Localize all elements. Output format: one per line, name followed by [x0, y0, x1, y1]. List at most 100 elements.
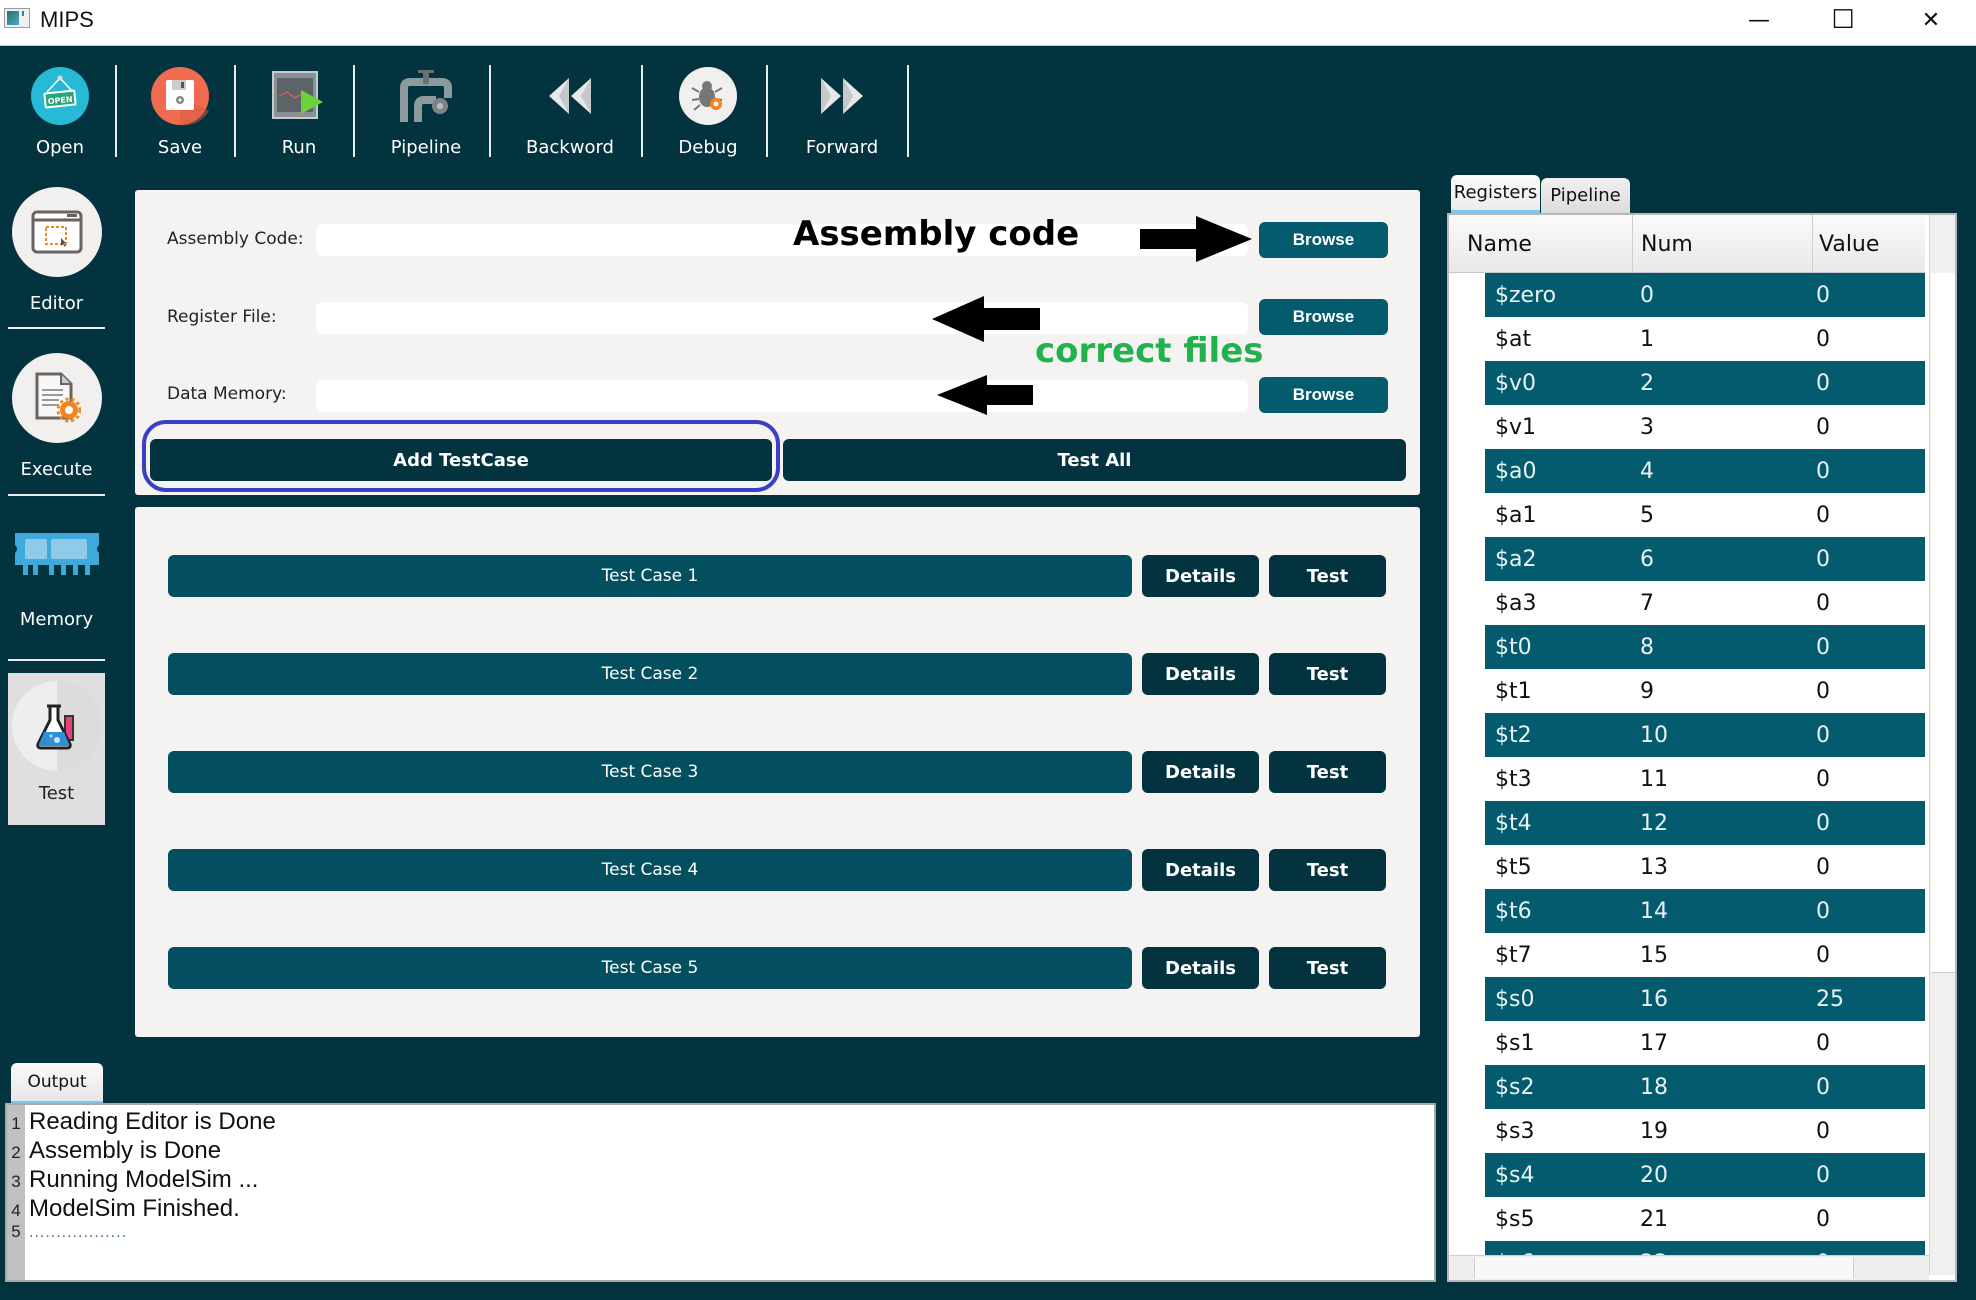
register-name-cell: $v1	[1495, 414, 1537, 440]
table-header: Name Num Value	[1449, 215, 1925, 273]
table-row[interactable]: $t0 8 0	[1485, 625, 1925, 669]
table-row[interactable]: $v1 3 0	[1485, 405, 1925, 449]
table-row[interactable]: $s5 21 0	[1485, 1197, 1925, 1241]
register-value-cell: 0	[1816, 502, 1830, 528]
tab-pipeline[interactable]: Pipeline	[1541, 178, 1630, 213]
register-num-cell: 18	[1640, 1074, 1668, 1100]
register-value-cell: 0	[1816, 634, 1830, 660]
window-title: MIPS	[40, 7, 94, 32]
sidebar-separator	[8, 327, 105, 329]
table-row[interactable]: $s4 20 0	[1485, 1153, 1925, 1197]
register-name-cell: $t6	[1495, 898, 1532, 924]
details-button[interactable]: Details	[1142, 849, 1259, 891]
register-name-cell: $a2	[1495, 546, 1537, 572]
register-file-input[interactable]	[316, 302, 1248, 334]
tab-output[interactable]: Output	[11, 1063, 103, 1104]
table-row[interactable]: $t2 10 0	[1485, 713, 1925, 757]
register-num-cell: 13	[1640, 854, 1668, 880]
minimize-button[interactable]: —	[1717, 0, 1801, 40]
register-browse-button[interactable]: Browse	[1259, 299, 1388, 335]
output-console[interactable]: 1 Reading Editor is Done 2 Assembly is Don…	[5, 1103, 1436, 1282]
sidebar-separator	[8, 659, 105, 661]
testcase-name-button[interactable]: Test Case 5	[168, 947, 1132, 989]
table-row[interactable]: $a0 4 0	[1485, 449, 1925, 493]
table-row[interactable]: $s3 19 0	[1485, 1109, 1925, 1153]
close-button[interactable]: ✕	[1889, 0, 1973, 40]
register-name-cell: $s3	[1495, 1118, 1535, 1144]
pipeline-button[interactable]: Pipeline	[391, 65, 461, 165]
register-num-cell: 16	[1640, 986, 1668, 1012]
details-button[interactable]: Details	[1142, 947, 1259, 989]
tab-registers[interactable]: Registers	[1451, 175, 1540, 213]
backword-label: Backword	[526, 137, 614, 158]
details-button[interactable]: Details	[1142, 555, 1259, 597]
correct-files-annotation: correct files	[1035, 331, 1264, 371]
backword-button[interactable]: Backword	[526, 65, 614, 165]
flask-icon	[11, 681, 102, 771]
pipe-valve-icon	[395, 65, 457, 127]
table-row[interactable]: $t6 14 0	[1485, 889, 1925, 933]
save-button[interactable]: Save	[149, 65, 211, 165]
testcase-name-button[interactable]: Test Case 3	[168, 751, 1132, 793]
table-row[interactable]: $s1 17 0	[1485, 1021, 1925, 1065]
register-num-cell: 19	[1640, 1118, 1668, 1144]
testcase-name-button[interactable]: Test Case 2	[168, 653, 1132, 695]
table-row[interactable]: $t1 9 0	[1485, 669, 1925, 713]
horizontal-scrollbar[interactable]	[1449, 1255, 1929, 1280]
details-button[interactable]: Details	[1142, 751, 1259, 793]
testcase-name-button[interactable]: Test Case 4	[168, 849, 1132, 891]
test-button[interactable]: Test	[1269, 849, 1386, 891]
forward-button[interactable]: Forward	[806, 65, 878, 165]
output-line: 4 ModelSim Finished.	[11, 1195, 240, 1222]
debug-label: Debug	[678, 137, 738, 158]
table-row[interactable]: $v0 2 0	[1485, 361, 1925, 405]
details-button[interactable]: Details	[1142, 653, 1259, 695]
register-name-cell: $t7	[1495, 942, 1532, 968]
table-row[interactable]: $s2 18 0	[1485, 1065, 1925, 1109]
test-button[interactable]: Test	[1269, 653, 1386, 695]
test-button[interactable]: Test	[1269, 555, 1386, 597]
data-memory-input[interactable]	[316, 380, 1248, 412]
open-button[interactable]: OPEN Open	[29, 65, 91, 165]
table-row[interactable]: $a2 6 0	[1485, 537, 1925, 581]
sidebar-item-test[interactable]: Test	[8, 673, 105, 825]
vertical-scrollbar[interactable]	[1929, 215, 1955, 1275]
maximize-button[interactable]: ☐	[1801, 0, 1885, 40]
table-row[interactable]: $t4 12 0	[1485, 801, 1925, 845]
sidebar-item-execute[interactable]: Execute	[8, 353, 105, 480]
memory-browse-button[interactable]: Browse	[1259, 377, 1388, 413]
table-row[interactable]: $at 1 0	[1485, 317, 1925, 361]
test-button[interactable]: Test	[1269, 751, 1386, 793]
register-value-cell: 0	[1816, 678, 1830, 704]
register-num-cell: 21	[1640, 1206, 1668, 1232]
scrollbar-thumb[interactable]	[1931, 273, 1955, 973]
table-row[interactable]: $t5 13 0	[1485, 845, 1925, 889]
debug-button[interactable]: Debug	[677, 65, 739, 165]
register-name-cell: $a0	[1495, 458, 1537, 484]
test-button[interactable]: Test	[1269, 947, 1386, 989]
sidebar-item-memory[interactable]: Memory	[8, 525, 105, 630]
assembly-code-input[interactable]	[316, 224, 1248, 256]
open-label: Open	[35, 137, 85, 158]
table-row[interactable]: $t3 11 0	[1485, 757, 1925, 801]
assembly-browse-button[interactable]: Browse	[1259, 222, 1388, 258]
table-row[interactable]: $s0 16 25	[1485, 977, 1925, 1021]
toolbar-separator	[115, 65, 117, 157]
test-all-button[interactable]: Test All	[783, 439, 1406, 481]
column-header-name[interactable]: Name	[1449, 215, 1633, 273]
column-header-num[interactable]: Num	[1633, 215, 1813, 273]
table-row[interactable]: $a1 5 0	[1485, 493, 1925, 537]
run-button[interactable]: Run	[268, 65, 330, 165]
column-header-value[interactable]: Value	[1813, 215, 1925, 273]
floppy-disk-icon	[149, 65, 211, 127]
sidebar-item-editor[interactable]: Editor	[8, 187, 105, 314]
close-icon: ✕	[1921, 7, 1941, 33]
testcase-name-button[interactable]: Test Case 1	[168, 555, 1132, 597]
table-row[interactable]: $t7 15 0	[1485, 933, 1925, 977]
scrollbar-thumb[interactable]	[1474, 1257, 1854, 1279]
table-row[interactable]: $a3 7 0	[1485, 581, 1925, 625]
table-row[interactable]: $zero 0 0	[1485, 273, 1925, 317]
register-value-cell: 0	[1816, 942, 1830, 968]
register-value-cell: 0	[1816, 414, 1830, 440]
add-testcase-button[interactable]: Add TestCase	[150, 439, 772, 481]
